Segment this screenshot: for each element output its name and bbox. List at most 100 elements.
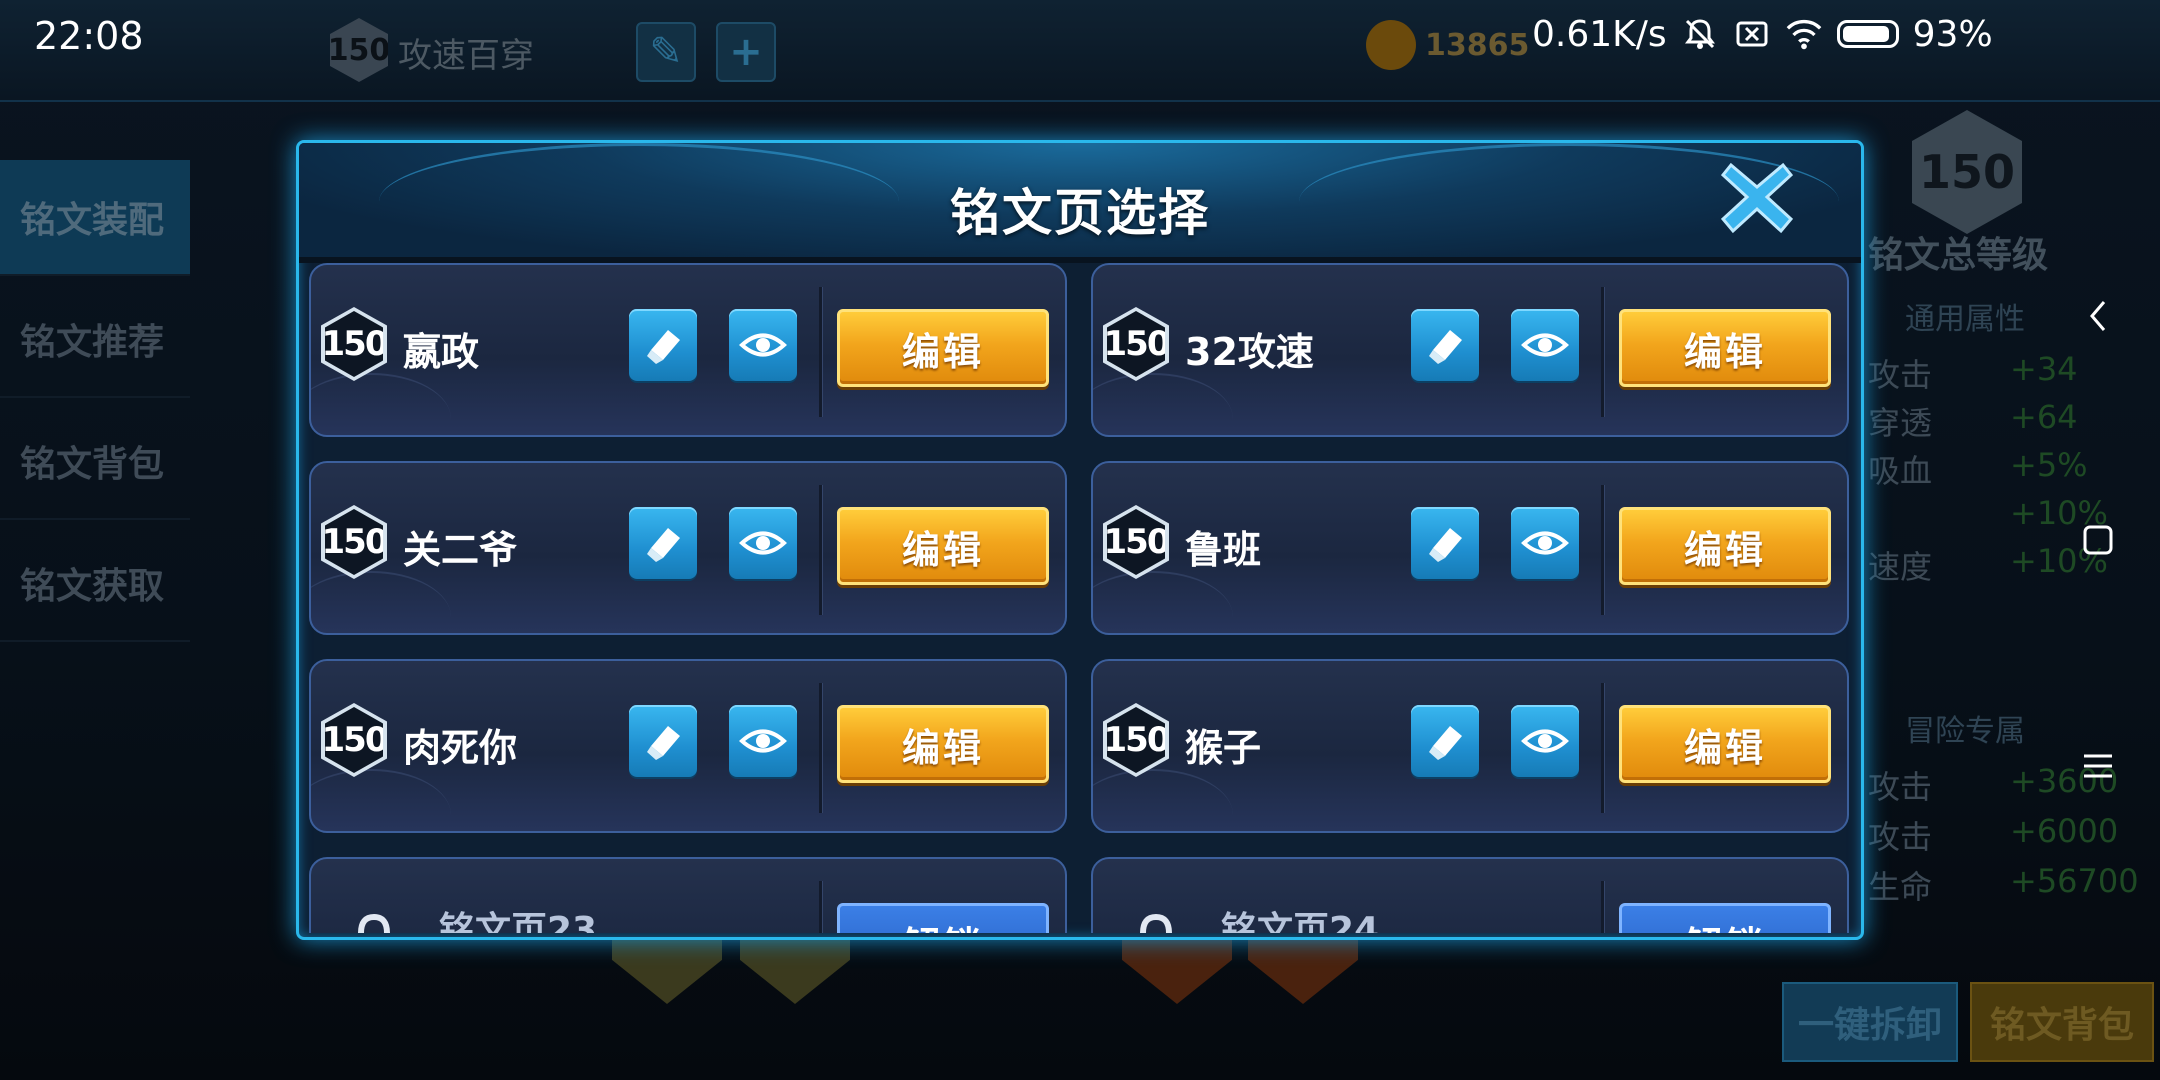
- edit-button[interactable]: 编辑: [837, 705, 1049, 783]
- card-divider: [819, 881, 822, 933]
- background-attr-value: +5%: [2010, 446, 2088, 484]
- card-decoration: [1093, 769, 1233, 831]
- card-decoration: [311, 769, 451, 831]
- background-attr-key: 吸血: [1868, 452, 1933, 490]
- back-icon[interactable]: [2078, 296, 2118, 336]
- sim-off-icon: [1733, 15, 1771, 53]
- background-total-level-badge: 150: [1912, 110, 2022, 234]
- dialog-header: 铭文页选择: [299, 143, 1861, 263]
- rune-page-name: 猴子: [1185, 726, 1262, 770]
- edit-button[interactable]: 编辑: [1619, 507, 1831, 585]
- rename-button[interactable]: [629, 507, 697, 579]
- card-divider: [1601, 485, 1604, 615]
- background-attr-key: 速度: [1868, 548, 1933, 586]
- status-icons: 0.61K/s 93%: [1532, 12, 1993, 56]
- background-unload-all-button: 一键拆卸: [1782, 982, 1958, 1062]
- preview-button[interactable]: [1511, 705, 1579, 777]
- edit-button[interactable]: 编辑: [837, 309, 1049, 387]
- level-badge: 150: [321, 505, 387, 579]
- rune-page-name: 嬴政: [403, 330, 480, 374]
- rune-page-card: 150 嬴政 编辑: [309, 263, 1067, 437]
- eye-icon: [1521, 729, 1569, 753]
- card-divider: [1601, 683, 1604, 813]
- eraser-icon: [647, 726, 680, 760]
- edit-button[interactable]: 编辑: [1619, 705, 1831, 783]
- preview-button[interactable]: [729, 705, 797, 777]
- eye-icon: [739, 531, 787, 555]
- sidebar-item-obtain: 铭文获取: [0, 526, 190, 642]
- card-decoration: [311, 373, 451, 435]
- background-attr-key: 生命: [1868, 868, 1933, 906]
- background-attr-value: +34: [2010, 350, 2078, 388]
- network-speed: 0.61K/s: [1532, 13, 1667, 55]
- locked-rune-page-card: 铭文页24 解锁: [1091, 857, 1849, 933]
- home-icon[interactable]: [2078, 520, 2118, 560]
- background-adventure-section: 冒险专属: [1905, 714, 2025, 749]
- locked-rune-page-card: 铭文页23 解锁: [309, 857, 1067, 933]
- coin-icon: [1366, 20, 1416, 70]
- rename-button[interactable]: [1411, 309, 1479, 381]
- background-attr-key: 攻击: [1868, 768, 1933, 806]
- dialog-title: 铭文页选择: [950, 184, 1210, 242]
- background-page-name: 攻速百穿: [398, 36, 534, 76]
- background-coin-count: 13865: [1425, 28, 1530, 63]
- rune-page-card: 150 肉死你 编辑: [309, 659, 1067, 833]
- preview-button[interactable]: [729, 309, 797, 381]
- eraser-icon: [1429, 528, 1462, 562]
- close-icon: [1720, 162, 1794, 234]
- eye-icon: [739, 729, 787, 753]
- background-attr-value: +64: [2010, 398, 2078, 436]
- card-decoration: [311, 571, 451, 633]
- rune-page-card: 150 猴子 编辑: [1091, 659, 1849, 833]
- menu-icon[interactable]: [2078, 746, 2118, 786]
- eye-icon: [1521, 333, 1569, 357]
- card-divider: [819, 287, 822, 417]
- status-time: 22:08: [34, 14, 144, 58]
- locked-page-name: 铭文页24: [1221, 910, 1380, 933]
- mute-icon: [1681, 15, 1719, 53]
- level-badge: 150: [321, 307, 387, 381]
- card-decoration: [1093, 571, 1233, 633]
- card-decoration: [1093, 373, 1233, 435]
- eye-icon: [1521, 531, 1569, 555]
- unlock-button[interactable]: 解锁: [1619, 903, 1831, 933]
- rune-page-name: 鲁班: [1185, 528, 1262, 572]
- edit-button[interactable]: 编辑: [1619, 309, 1831, 387]
- lock-icon: [1140, 913, 1172, 933]
- rename-button[interactable]: [629, 705, 697, 777]
- wifi-icon: [1785, 15, 1823, 53]
- preview-button[interactable]: [1511, 309, 1579, 381]
- preview-button[interactable]: [729, 507, 797, 579]
- card-divider: [819, 485, 822, 615]
- card-divider: [819, 683, 822, 813]
- background-attr-key: 攻击: [1868, 818, 1933, 856]
- eye-icon: [739, 333, 787, 357]
- eraser-icon: [1429, 330, 1462, 364]
- card-divider: [1601, 287, 1604, 417]
- background-attr-value: +56700: [2010, 862, 2139, 900]
- background-rename-icon: ✎: [636, 22, 696, 82]
- rune-page-name: 32攻速: [1185, 330, 1314, 374]
- eraser-icon: [1429, 726, 1462, 760]
- preview-button[interactable]: [1511, 507, 1579, 579]
- sidebar-item-equip: 铭文装配: [0, 160, 190, 276]
- rename-button[interactable]: [1411, 705, 1479, 777]
- rename-button[interactable]: [629, 309, 697, 381]
- background-general-section: 通用属性: [1905, 302, 2025, 337]
- close-button[interactable]: [1717, 157, 1797, 237]
- unlock-button[interactable]: 解锁: [837, 903, 1049, 933]
- rune-page-name: 肉死你: [403, 726, 518, 770]
- level-badge: 150: [1103, 703, 1169, 777]
- background-add-icon: +: [716, 22, 776, 82]
- rename-button[interactable]: [1411, 507, 1479, 579]
- level-badge: 150: [321, 703, 387, 777]
- rune-page-card: 150 关二爷 编辑: [309, 461, 1067, 635]
- edit-button[interactable]: 编辑: [837, 507, 1049, 585]
- background-attr-value: +6000: [2010, 812, 2119, 850]
- sidebar-item-bag: 铭文背包: [0, 404, 190, 520]
- card-divider: [1601, 881, 1604, 933]
- locked-page-name: 铭文页23: [439, 910, 598, 933]
- lock-icon: [358, 913, 390, 933]
- battery-fill: [1842, 26, 1890, 42]
- level-badge: 150: [1103, 307, 1169, 381]
